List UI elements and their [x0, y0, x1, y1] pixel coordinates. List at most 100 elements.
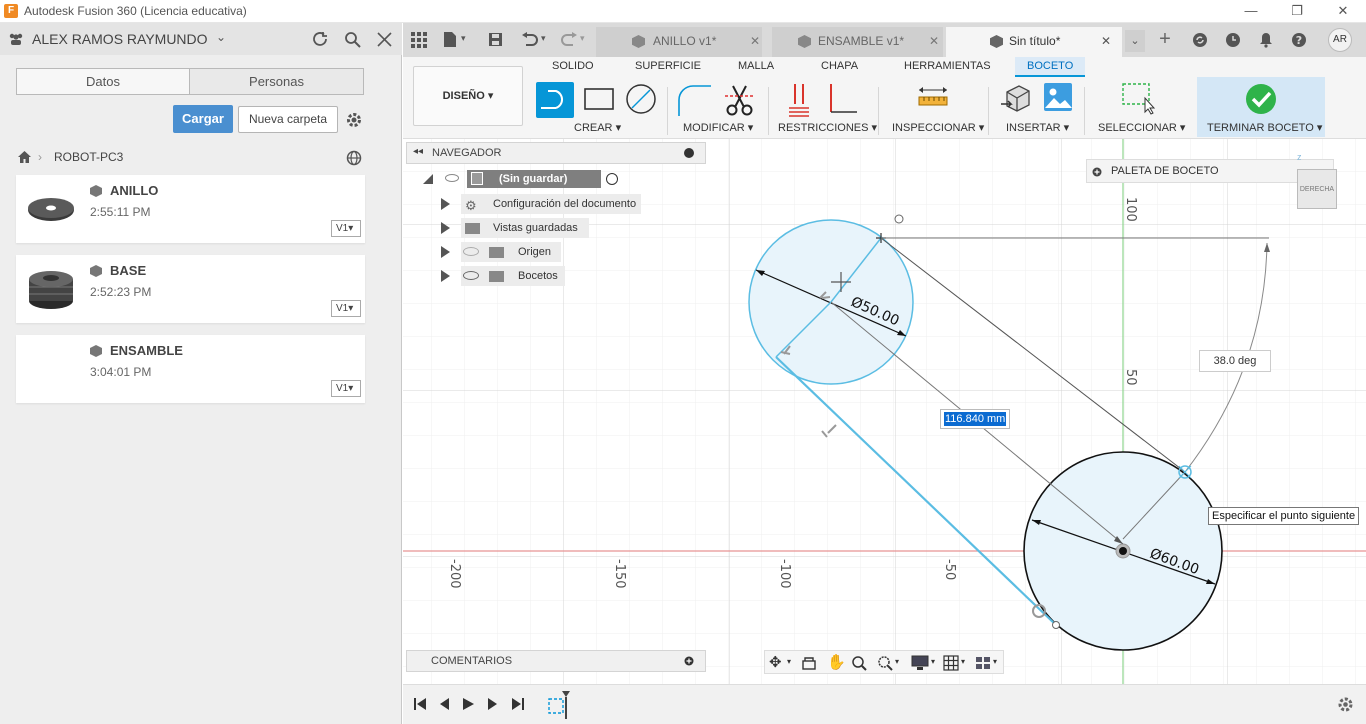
avatar[interactable]: AR — [1328, 28, 1352, 52]
play-icon[interactable] — [461, 697, 475, 711]
tab-malla[interactable]: MALLA — [738, 60, 774, 72]
chevron-down-icon[interactable]: ▾ — [787, 657, 791, 666]
line-tool-button[interactable] — [536, 82, 574, 118]
tab-solido[interactable]: SOLIDO — [552, 60, 594, 72]
close-icon[interactable]: ✕ — [1101, 27, 1111, 55]
file-menu-icon[interactable] — [443, 31, 457, 48]
navigator-item-vistas[interactable]: Vistas guardadas — [441, 218, 691, 240]
user-name[interactable]: ALEX RAMOS RAYMUNDO — [32, 31, 208, 47]
chevron-down-icon[interactable]: ▾ — [895, 657, 899, 666]
trim-scissors-icon[interactable] — [725, 82, 755, 118]
refresh-icon[interactable] — [312, 31, 329, 48]
finish-sketch-button[interactable]: TERMINAR BOCETO ▾ — [1197, 77, 1325, 137]
apps-grid-icon[interactable] — [411, 32, 427, 48]
help-icon[interactable]: ? — [1291, 32, 1307, 48]
go-to-start-icon[interactable] — [413, 697, 427, 711]
close-icon[interactable]: ✕ — [929, 27, 939, 55]
grid-settings-icon[interactable] — [943, 655, 959, 671]
timeline-sketch-marker-icon[interactable] — [547, 689, 571, 719]
comments-panel[interactable]: COMENTARIOS — [406, 650, 706, 672]
display-settings-icon[interactable] — [911, 655, 929, 671]
file-card-base[interactable]: BASE 2:52:23 PM V1▾ — [16, 255, 365, 323]
navigator-header[interactable]: ◂◂ NAVEGADOR — [406, 142, 706, 164]
angle-dimension[interactable]: 38.0 deg — [1199, 350, 1271, 372]
upload-button[interactable]: Cargar — [173, 105, 233, 133]
undo-icon[interactable] — [521, 32, 539, 46]
file-card-anillo[interactable]: ANILLO 2:55:11 PM V1▾ — [16, 175, 365, 243]
activate-radio-icon[interactable] — [606, 173, 618, 185]
minimize-icon[interactable]: — — [1228, 0, 1274, 23]
fillet-tool-icon[interactable] — [676, 82, 714, 118]
version-select[interactable]: V1▾ — [331, 220, 361, 237]
navigator-item-origen[interactable]: Origen — [441, 242, 691, 264]
gear-icon[interactable] — [345, 111, 363, 129]
breadcrumb[interactable]: ROBOT-PC3 — [54, 150, 123, 164]
group-crear[interactable]: CREAR ▾ — [574, 121, 621, 134]
rectangle-tool-icon[interactable] — [583, 86, 615, 112]
tab-sin-titulo[interactable]: Sin título* ✕ — [946, 27, 1122, 57]
navigator-item-configuracion[interactable]: ⚙ Configuración del documento — [441, 194, 691, 216]
file-card-ensamble[interactable]: ENSAMBLE 3:04:01 PM V1▾ — [16, 335, 365, 403]
select-window-icon[interactable] — [1121, 82, 1157, 116]
workspace-selector[interactable]: DISEÑO ▾ — [413, 66, 523, 126]
collapse-triangle-icon[interactable] — [423, 174, 433, 184]
bell-icon[interactable] — [1259, 32, 1273, 48]
navigator-root[interactable]: (Sin guardar) — [423, 170, 663, 192]
group-insertar[interactable]: INSERTAR ▾ — [1006, 121, 1069, 134]
search-icon[interactable] — [344, 31, 361, 48]
sketch-canvas[interactable]: -200 -150 -100 -50 100 50 Ø50.00 Ø60.00 — [403, 139, 1366, 684]
collapse-icon[interactable]: ◂◂ — [413, 146, 423, 157]
step-forward-icon[interactable] — [486, 697, 500, 711]
save-icon[interactable] — [488, 32, 503, 47]
version-select[interactable]: V1▾ — [331, 300, 361, 317]
navigator-item-bocetos[interactable]: Bocetos — [441, 266, 691, 288]
chevron-down-icon[interactable]: ▾ — [993, 657, 997, 666]
chevron-down-icon[interactable]: ⌄ — [216, 30, 226, 44]
expand-triangle-icon[interactable] — [441, 198, 450, 210]
tab-personas[interactable]: Personas — [189, 68, 364, 95]
group-restricciones[interactable]: RESTRICCIONES ▾ — [778, 121, 877, 134]
restore-icon[interactable]: ❐ — [1274, 0, 1320, 23]
length-input[interactable]: 116.840 mm — [940, 409, 1010, 429]
chevron-down-icon[interactable]: ▾ — [461, 33, 466, 44]
tab-herramientas[interactable]: HERRAMIENTAS — [904, 60, 991, 72]
view-cube[interactable]: DERECHA — [1297, 169, 1337, 209]
go-to-end-icon[interactable] — [511, 697, 525, 711]
close-panel-icon[interactable] — [377, 32, 392, 47]
tab-chapa[interactable]: CHAPA — [821, 60, 858, 72]
add-comment-icon[interactable] — [684, 656, 694, 666]
sync-icon[interactable] — [1192, 32, 1208, 48]
pan-hand-icon[interactable]: ✋ — [827, 653, 846, 671]
chevron-down-icon[interactable]: ▾ — [961, 657, 965, 666]
tab-datos[interactable]: Datos — [16, 68, 190, 95]
tab-anillo[interactable]: ANILLO v1* ✕ — [596, 27, 762, 57]
version-select[interactable]: V1▾ — [331, 380, 361, 397]
chevron-down-icon[interactable]: ▾ — [541, 33, 546, 44]
globe-icon[interactable] — [346, 150, 362, 166]
insert-canvas-image-icon[interactable] — [1043, 82, 1073, 112]
expand-plus-icon[interactable] — [1092, 167, 1102, 177]
tab-boceto[interactable]: BOCETO — [1015, 57, 1086, 77]
chevron-down-icon[interactable]: ▾ — [580, 33, 585, 44]
home-icon[interactable] — [17, 150, 32, 164]
eye-icon[interactable] — [463, 271, 479, 280]
tab-superficie[interactable]: SUPERFICIE — [635, 60, 701, 72]
navigator-minimize-icon[interactable] — [684, 148, 694, 158]
tab-ensamble[interactable]: ENSAMBLE v1* ✕ — [772, 27, 943, 57]
expand-triangle-icon[interactable] — [441, 222, 450, 234]
orbit-icon[interactable]: ✥ — [769, 653, 782, 671]
group-modificar[interactable]: MODIFICAR ▾ — [683, 121, 753, 134]
step-back-icon[interactable] — [437, 697, 451, 711]
tab-overflow-chevron-icon[interactable]: ⌄ — [1125, 30, 1145, 52]
redo-icon[interactable] — [560, 32, 578, 46]
eye-hidden-icon[interactable] — [463, 247, 479, 256]
insert-derive-icon[interactable] — [1001, 82, 1031, 114]
perpendicular-constraint-icon[interactable] — [823, 82, 859, 118]
zoom-window-icon[interactable] — [877, 655, 893, 671]
timeline-settings-gear-icon[interactable] — [1337, 696, 1354, 713]
close-icon[interactable]: ✕ — [750, 27, 760, 55]
new-folder-button[interactable]: Nueva carpeta — [238, 106, 338, 133]
group-inspeccionar[interactable]: INSPECCIONAR ▾ — [892, 121, 984, 134]
group-seleccionar[interactable]: SELECCIONAR ▾ — [1098, 121, 1185, 134]
expand-triangle-icon[interactable] — [441, 246, 450, 258]
